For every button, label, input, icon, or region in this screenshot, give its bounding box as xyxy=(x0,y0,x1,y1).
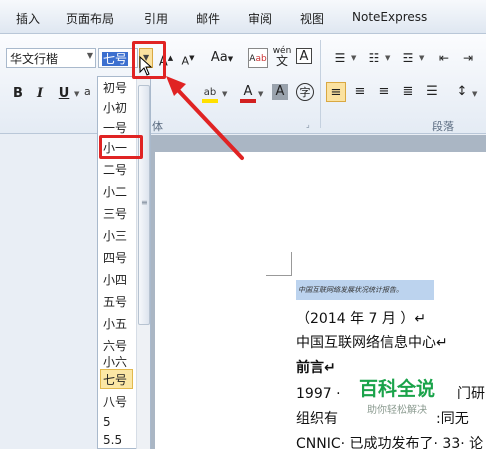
chevron-down-icon[interactable]: ▼ xyxy=(385,54,390,62)
font-name-value: 华文行楷 xyxy=(10,52,59,66)
underline-button[interactable]: U xyxy=(54,84,74,104)
size-option[interactable]: 二号 xyxy=(103,161,127,178)
chevron-down-icon[interactable]: ▼ xyxy=(472,90,477,98)
font-size-value: 七号 xyxy=(102,52,129,66)
selected-title-text[interactable]: 中国互联网络发展状况统计报告。 xyxy=(296,280,434,300)
size-option[interactable]: 小初 xyxy=(103,99,127,116)
font-dialog-launcher-icon[interactable]: ⌟ xyxy=(306,120,310,129)
enclose-characters-button[interactable]: 字 xyxy=(296,83,314,101)
size-option[interactable]: 5.5 xyxy=(103,433,122,447)
clear-format-icon[interactable]: Aab xyxy=(248,48,268,68)
tab-mailings[interactable]: 邮件 xyxy=(196,10,220,27)
doc-line-heading[interactable]: 前言↵ xyxy=(296,357,336,377)
increase-indent-icon[interactable]: ⇥ xyxy=(458,48,478,68)
numbering-icon[interactable]: ☷ xyxy=(364,48,384,68)
size-option[interactable]: 一号 xyxy=(103,119,127,136)
align-center-icon[interactable]: ≡ xyxy=(350,82,370,102)
doc-line-org[interactable]: 中国互联网络信息中心↵ xyxy=(296,332,448,352)
tab-review[interactable]: 审阅 xyxy=(248,10,272,27)
tab-page-layout[interactable]: 页面布局 xyxy=(66,10,114,27)
doc-line-date[interactable]: （2014 年 7 月 ）↵ xyxy=(296,308,426,328)
grip-icon: ≡ xyxy=(141,198,148,207)
size-option[interactable]: 小四 xyxy=(103,271,127,288)
shrink-font-button[interactable]: A▼ xyxy=(178,48,198,68)
dropdown-scrollbar[interactable]: ≡ xyxy=(136,77,150,449)
align-right-icon[interactable]: ≡ xyxy=(374,82,394,102)
character-border-button[interactable]: A xyxy=(296,48,312,64)
strikethrough-icon[interactable]: a xyxy=(84,85,91,98)
group-separator xyxy=(320,40,321,128)
italic-button[interactable]: I xyxy=(30,84,50,104)
red-arrow-icon xyxy=(166,76,244,160)
size-option[interactable]: 六号 xyxy=(103,337,127,354)
line-spacing-icon[interactable]: ↕ xyxy=(452,82,472,102)
chevron-down-icon[interactable]: ▼ xyxy=(419,54,424,62)
tab-view[interactable]: 视图 xyxy=(300,10,324,27)
font-name-combo[interactable]: 华文行楷 ▼ xyxy=(6,48,96,68)
size-option[interactable]: 五号 xyxy=(103,293,127,310)
chevron-down-icon[interactable]: ▼ xyxy=(74,90,79,98)
size-option[interactable]: 小五 xyxy=(103,315,127,332)
tab-noteexpress[interactable]: NoteExpress xyxy=(352,10,427,24)
chevron-down-icon: ▼ xyxy=(86,51,93,60)
size-option[interactable]: 5 xyxy=(103,415,111,429)
tab-references[interactable]: 引用 xyxy=(144,10,168,27)
multilevel-list-icon[interactable]: ☲ xyxy=(398,48,418,68)
bullets-icon[interactable]: ☰ xyxy=(330,48,350,68)
character-shading-button[interactable]: A xyxy=(272,84,288,100)
highlight-box-xiaoyi xyxy=(99,135,143,159)
watermark: 百科全说 助你轻松解决 xyxy=(352,374,442,416)
watermark-title: 百科全说 xyxy=(358,378,435,400)
size-option[interactable]: 初号 xyxy=(103,79,127,96)
chevron-down-icon[interactable]: ▼ xyxy=(258,90,263,98)
chevron-down-icon[interactable]: ▼ xyxy=(351,54,356,62)
size-option[interactable]: 小二 xyxy=(103,183,127,200)
justify-icon[interactable]: ≣ xyxy=(398,82,418,102)
paragraph-group-label: 段落 xyxy=(432,120,454,133)
watermark-subtitle: 助你轻松解决 xyxy=(367,405,427,416)
size-option-selected[interactable]: 七号 xyxy=(103,371,127,388)
align-left-icon[interactable]: ≡ xyxy=(326,82,346,102)
page-margin-mark xyxy=(266,252,292,276)
size-option[interactable]: 小三 xyxy=(103,227,127,244)
change-case-button[interactable]: Aa▼ xyxy=(208,48,236,68)
scrollbar-thumb[interactable]: ≡ xyxy=(138,85,150,325)
size-option[interactable]: 三号 xyxy=(103,205,127,222)
bold-button[interactable]: B xyxy=(8,84,28,104)
phonetic-guide-button[interactable]: wén 文 xyxy=(272,46,292,67)
menu-bar: 插入 页面布局 引用 邮件 审阅 视图 NoteExpress xyxy=(0,0,486,34)
doc-line-para3[interactable]: CNNIC· 已成功发布了· 33· 论 xyxy=(296,433,483,449)
size-option[interactable]: 小六 xyxy=(103,353,127,370)
distributed-icon[interactable]: ☰ xyxy=(422,82,442,102)
size-option[interactable]: 八号 xyxy=(103,393,127,410)
tab-insert[interactable]: 插入 xyxy=(16,10,40,27)
size-option[interactable]: 四号 xyxy=(103,249,127,266)
decrease-indent-icon[interactable]: ⇤ xyxy=(434,48,454,68)
